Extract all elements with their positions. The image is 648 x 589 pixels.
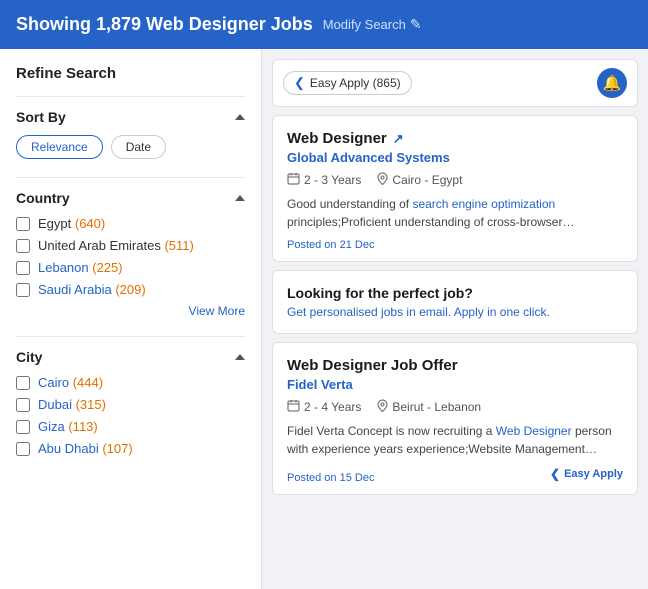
country-checkbox-lebanon[interactable] — [16, 261, 30, 275]
country-item-uae: United Arab Emirates (511) — [16, 238, 245, 253]
city-count-giza: (113) — [68, 419, 97, 434]
experience-value-1: 2 - 3 Years — [304, 173, 361, 187]
sort-section-title: Sort By — [16, 109, 66, 125]
promo-title: Looking for the perfect job? — [287, 285, 623, 301]
refine-search-title: Refine Search — [16, 65, 245, 82]
job-footer-2: Posted on 15 Dec ❮ Easy Apply — [287, 464, 623, 484]
city-item-cairo: Cairo (444) — [16, 375, 245, 390]
calendar-icon-2 — [287, 399, 300, 415]
job-card-1: Web Designer ↗ Global Advanced Systems 2… — [272, 115, 638, 262]
city-item-giza: Giza (113) — [16, 419, 245, 434]
country-item-saudi: Saudi Arabia (209) — [16, 282, 245, 297]
sort-chevron-icon — [235, 114, 245, 120]
sort-section: Sort By Relevance Date — [16, 96, 245, 159]
bell-icon: 🔔 — [603, 74, 622, 92]
country-view-more[interactable]: View More — [16, 304, 245, 318]
sort-buttons: Relevance Date — [16, 135, 245, 159]
company-name-2[interactable]: Fidel Verta — [287, 377, 623, 392]
header: Showing 1,879 Web Designer Jobs Modify S… — [0, 0, 648, 49]
posted-date-2: Posted on 15 Dec — [287, 472, 374, 484]
easy-apply-tag-label: Easy Apply (865) — [310, 76, 401, 90]
country-checkbox-saudi[interactable] — [16, 283, 30, 297]
experience-meta-2: 2 - 4 Years — [287, 399, 361, 415]
job-description-1: Good understanding of search engine opti… — [287, 195, 623, 231]
page-title: Showing 1,879 Web Designer Jobs — [16, 14, 313, 35]
location-meta-1: Cairo - Egypt — [377, 172, 462, 188]
city-checkbox-cairo[interactable] — [16, 376, 30, 390]
city-name-giza: Giza — [38, 419, 68, 434]
city-name-dubai: Dubai — [38, 397, 76, 412]
city-item-dubai: Dubai (315) — [16, 397, 245, 412]
posted-date-1: Posted on 21 Dec — [287, 239, 623, 251]
country-checkbox-uae[interactable] — [16, 239, 30, 253]
location-value-2: Beirut - Lebanon — [392, 400, 481, 414]
city-count-dubai: (315) — [76, 397, 106, 412]
location-value-1: Cairo - Egypt — [392, 173, 462, 187]
ext-link-icon-1[interactable]: ↗ — [393, 131, 404, 147]
city-count-cairo: (444) — [73, 375, 103, 390]
country-name-lebanon: Lebanon — [38, 260, 92, 275]
promo-card: Looking for the perfect job? Get persona… — [272, 270, 638, 334]
country-section-title: Country — [16, 190, 70, 206]
notifications-bell-button[interactable]: 🔔 — [597, 68, 627, 98]
easy-apply-label-2: Easy Apply — [564, 468, 623, 480]
sort-date-button[interactable]: Date — [111, 135, 166, 159]
promo-desc: Get personalised jobs in email. Apply in… — [287, 305, 623, 319]
sort-section-header: Sort By — [16, 109, 245, 125]
city-checkbox-giza[interactable] — [16, 420, 30, 434]
location-icon-1 — [377, 172, 388, 188]
experience-value-2: 2 - 4 Years — [304, 400, 361, 414]
city-item-abudhabi: Abu Dhabi (107) — [16, 441, 245, 456]
modify-search-link[interactable]: Modify Search ✎ — [323, 16, 422, 33]
country-item-lebanon: Lebanon (225) — [16, 260, 245, 275]
tag-chevron-icon: ❮ — [294, 75, 305, 91]
country-name-egypt: Egypt — [38, 216, 75, 231]
city-section-header: City — [16, 349, 245, 365]
country-checkbox-egypt[interactable] — [16, 217, 30, 231]
modify-search-label: Modify Search — [323, 17, 406, 32]
location-icon-2 — [377, 399, 388, 415]
location-meta-2: Beirut - Lebanon — [377, 399, 481, 415]
filter-bar: ❮ Easy Apply (865) 🔔 — [272, 59, 638, 107]
city-count-abudhabi: (107) — [102, 441, 132, 456]
country-count-saudi: (209) — [115, 282, 145, 297]
city-section: City Cairo (444) Dubai (315) Giza (113) — [16, 336, 245, 456]
city-checkbox-dubai[interactable] — [16, 398, 30, 412]
easy-apply-icon-2: ❮ — [550, 467, 560, 481]
job-description-2: Fidel Verta Concept is now recruiting a … — [287, 422, 623, 458]
easy-apply-filter-tag[interactable]: ❮ Easy Apply (865) — [283, 71, 412, 95]
job-meta-1: 2 - 3 Years Cairo - Egypt — [287, 172, 623, 188]
city-checkbox-abudhabi[interactable] — [16, 442, 30, 456]
right-panel: ❮ Easy Apply (865) 🔔 Web Designer ↗ Glob… — [262, 49, 648, 589]
country-count-uae: (511) — [164, 238, 193, 253]
calendar-icon-1 — [287, 172, 300, 188]
city-name-cairo: Cairo — [38, 375, 73, 390]
experience-meta-1: 2 - 3 Years — [287, 172, 361, 188]
promo-link[interactable]: Get personalised jobs in email. Apply in… — [287, 305, 550, 319]
pencil-icon: ✎ — [410, 16, 422, 33]
sidebar: Refine Search Sort By Relevance Date Cou… — [0, 49, 262, 589]
main-layout: Refine Search Sort By Relevance Date Cou… — [0, 49, 648, 589]
country-name-saudi: Saudi Arabia — [38, 282, 115, 297]
easy-apply-badge-2: ❮ Easy Apply — [550, 467, 623, 481]
country-section: Country Egypt (640) United Arab Emirates… — [16, 177, 245, 318]
job-card-2: Web Designer Job Offer Fidel Verta 2 - 4… — [272, 342, 638, 495]
sort-relevance-button[interactable]: Relevance — [16, 135, 103, 159]
job-title-1: Web Designer ↗ — [287, 130, 623, 147]
country-count-lebanon: (225) — [92, 260, 122, 275]
job-meta-2: 2 - 4 Years Beirut - Lebanon — [287, 399, 623, 415]
job-title-2: Web Designer Job Offer — [287, 357, 623, 374]
city-name-abudhabi: Abu Dhabi — [38, 441, 102, 456]
city-section-title: City — [16, 349, 42, 365]
company-name-1[interactable]: Global Advanced Systems — [287, 150, 623, 165]
country-name-uae: United Arab Emirates — [38, 238, 164, 253]
country-section-header: Country — [16, 190, 245, 206]
country-chevron-icon — [235, 195, 245, 201]
city-chevron-icon — [235, 354, 245, 360]
country-count-egypt: (640) — [75, 216, 105, 231]
country-item-egypt: Egypt (640) — [16, 216, 245, 231]
